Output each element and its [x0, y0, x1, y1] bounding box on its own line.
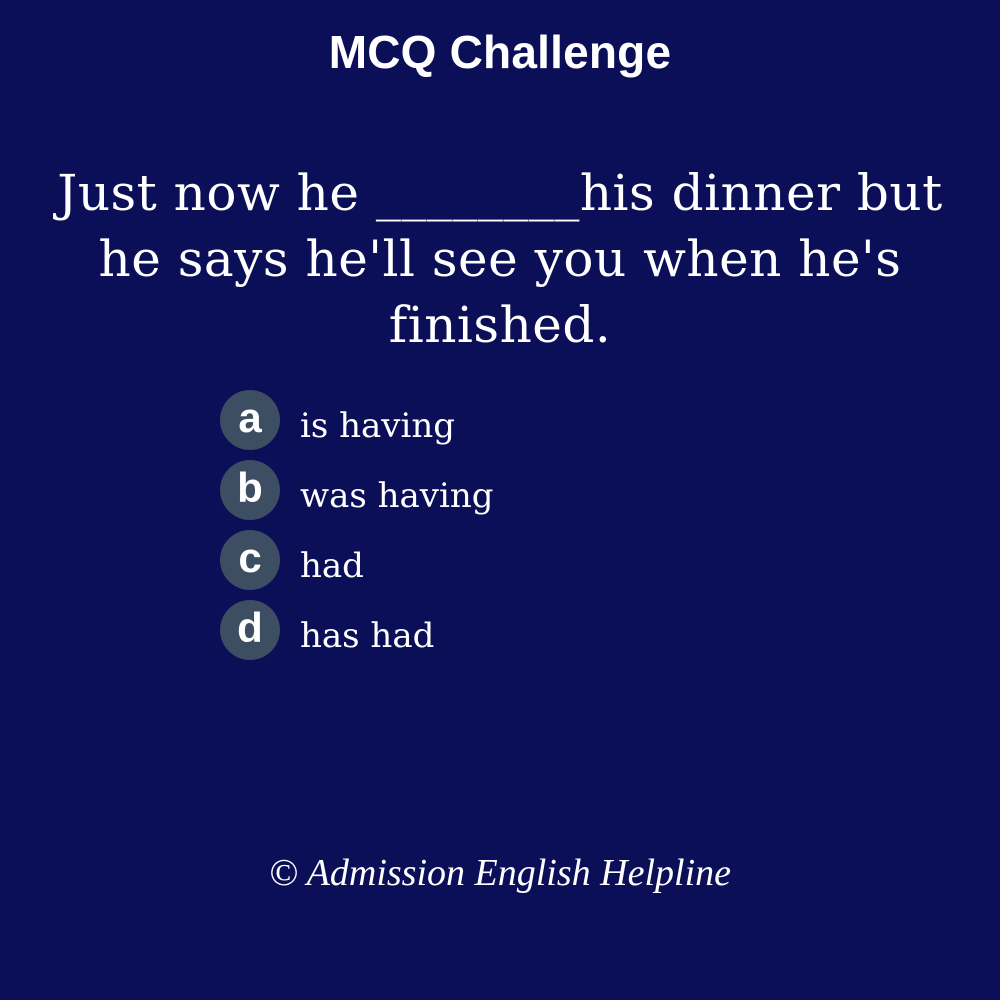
options-list: a is having b was having c had d has had	[220, 390, 820, 670]
copyright-footer: © Admission English Helpline	[269, 852, 731, 894]
option-letter-badge: b	[220, 460, 280, 520]
option-letter-badge: a	[220, 390, 280, 450]
option-d[interactable]: d has had	[220, 600, 820, 670]
option-label: has had	[300, 616, 435, 656]
question-text: Just now he ________his dinner but he sa…	[57, 164, 943, 354]
option-label: is having	[300, 406, 456, 446]
page-title: MCQ Challenge	[328, 26, 672, 78]
option-label: was having	[300, 476, 494, 516]
option-letter-badge: c	[220, 530, 280, 590]
option-letter-badge: d	[220, 600, 280, 660]
option-b[interactable]: b was having	[220, 460, 820, 530]
option-c[interactable]: c had	[220, 530, 820, 600]
option-label: had	[300, 546, 364, 586]
option-a[interactable]: a is having	[220, 390, 820, 460]
